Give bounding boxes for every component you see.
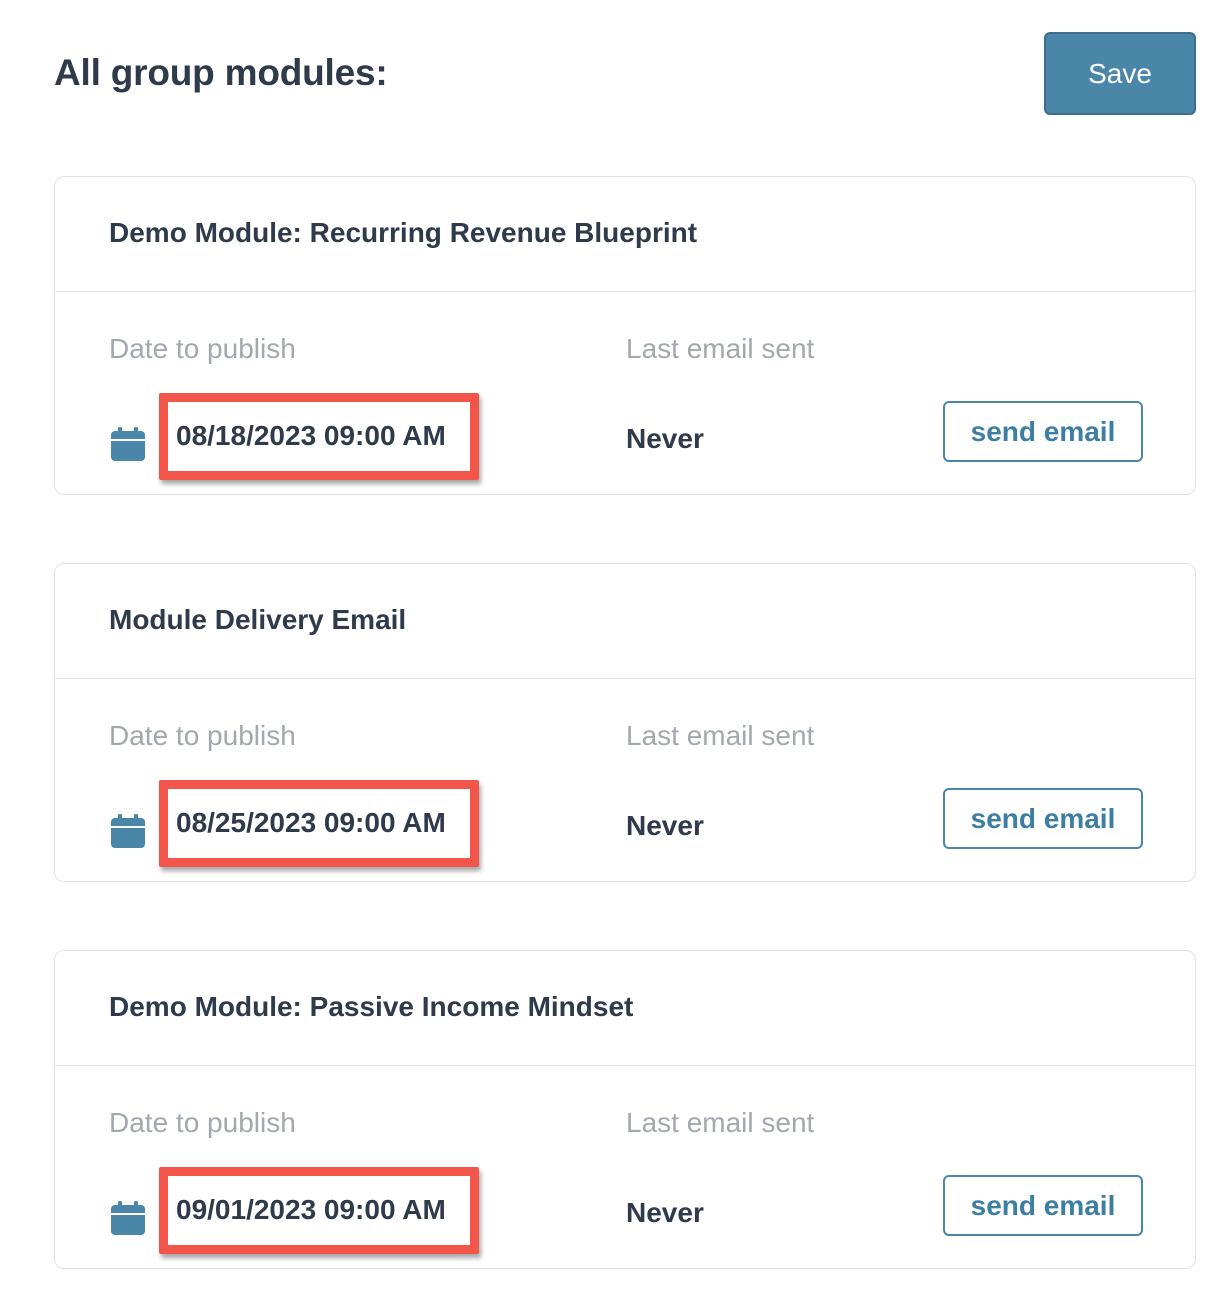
publish-date-highlight xyxy=(159,1167,479,1254)
module-title: Demo Module: Recurring Revenue Blueprint xyxy=(109,217,698,248)
publish-date-highlight xyxy=(159,393,479,480)
module-card-header: Demo Module: Recurring Revenue Blueprint xyxy=(55,177,1195,292)
last-email-sent-label: Last email sent xyxy=(626,720,815,751)
module-card: Module Delivery Email Date to publish La… xyxy=(54,563,1196,882)
module-card-header: Module Delivery Email xyxy=(55,564,1195,679)
publish-date-input[interactable] xyxy=(176,1188,466,1232)
calendar-icon[interactable] xyxy=(110,813,146,849)
send-email-button[interactable]: send email xyxy=(943,1175,1143,1236)
calendar-icon[interactable] xyxy=(110,426,146,462)
send-email-button[interactable]: send email xyxy=(943,788,1143,849)
page-title: All group modules: xyxy=(54,52,388,93)
module-title: Module Delivery Email xyxy=(109,604,407,635)
group-modules-page: All group modules: Save Demo Module: Rec… xyxy=(0,0,1232,1298)
calendar-icon[interactable] xyxy=(110,1200,146,1236)
last-email-sent-value: Never xyxy=(626,1197,704,1228)
publish-date-input[interactable] xyxy=(176,801,466,845)
module-title: Demo Module: Passive Income Mindset xyxy=(109,991,634,1022)
last-email-sent-value: Never xyxy=(626,423,704,454)
publish-date-input[interactable] xyxy=(176,414,466,458)
module-card: Demo Module: Passive Income Mindset Date… xyxy=(54,950,1196,1269)
module-card-header: Demo Module: Passive Income Mindset xyxy=(55,951,1195,1066)
last-email-sent-label: Last email sent xyxy=(626,1107,815,1138)
date-to-publish-label: Date to publish xyxy=(109,333,296,364)
date-to-publish-label: Date to publish xyxy=(109,1107,296,1138)
publish-date-highlight xyxy=(159,780,479,867)
save-button[interactable]: Save xyxy=(1044,32,1196,115)
date-to-publish-label: Date to publish xyxy=(109,720,296,751)
module-card: Demo Module: Recurring Revenue Blueprint… xyxy=(54,176,1196,495)
last-email-sent-label: Last email sent xyxy=(626,333,815,364)
send-email-button[interactable]: send email xyxy=(943,401,1143,462)
last-email-sent-value: Never xyxy=(626,810,704,841)
